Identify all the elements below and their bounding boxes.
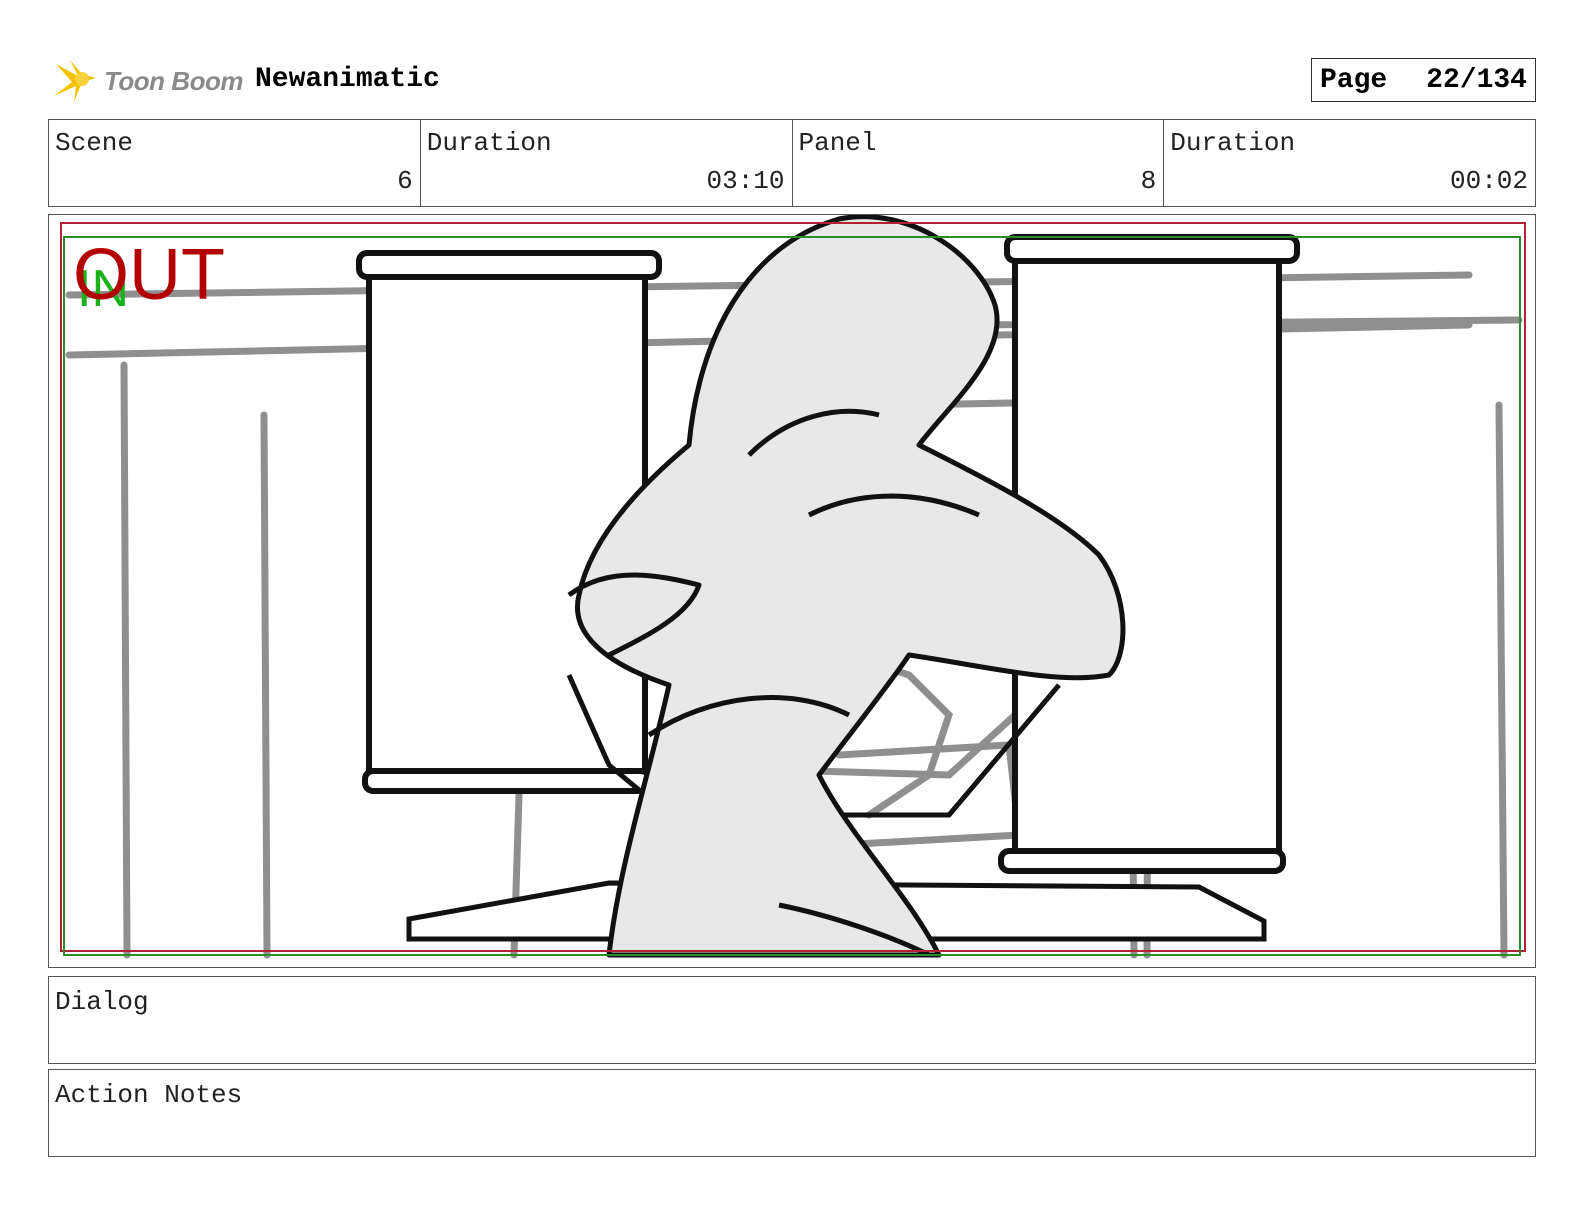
panel-label: Panel (798, 128, 877, 158)
panel-duration-cell: Duration 00:02 (1164, 120, 1535, 206)
scene-duration-label: Duration (426, 128, 552, 158)
logo-text: Toon Boom (104, 66, 243, 96)
scene-duration-cell: Duration 03:10 (421, 120, 793, 206)
page-number: 22/134 (1426, 64, 1527, 96)
scene-label: Scene (55, 128, 134, 158)
page-indicator: Page 22/134 (1311, 58, 1536, 102)
dialog-box[interactable]: Dialog (48, 976, 1536, 1064)
info-row: Scene 6 Duration 03:10 Panel 8 Duration … (48, 119, 1536, 207)
project-title: Newanimatic (255, 64, 440, 95)
panel-cell: Panel 8 (793, 120, 1165, 206)
safe-frame-green (63, 236, 1521, 956)
panel-duration-label: Duration (1170, 128, 1296, 158)
out-marker: OUT (73, 235, 225, 315)
scene-cell: Scene 6 (49, 120, 421, 206)
storyboard-panel: IN OUT (48, 214, 1536, 968)
panel-value: 8 (1140, 166, 1157, 196)
panel-duration-value: 00:02 (1449, 166, 1528, 196)
starburst-icon (54, 60, 96, 102)
dialog-label: Dialog (55, 987, 149, 1017)
action-notes-label: Action Notes (55, 1080, 243, 1110)
action-notes-box[interactable]: Action Notes (48, 1069, 1536, 1157)
toon-boom-logo: Toon Boom (52, 56, 243, 108)
scene-value: 6 (397, 166, 413, 196)
scene-duration-value: 03:10 (706, 166, 785, 196)
page-label: Page (1320, 64, 1388, 96)
